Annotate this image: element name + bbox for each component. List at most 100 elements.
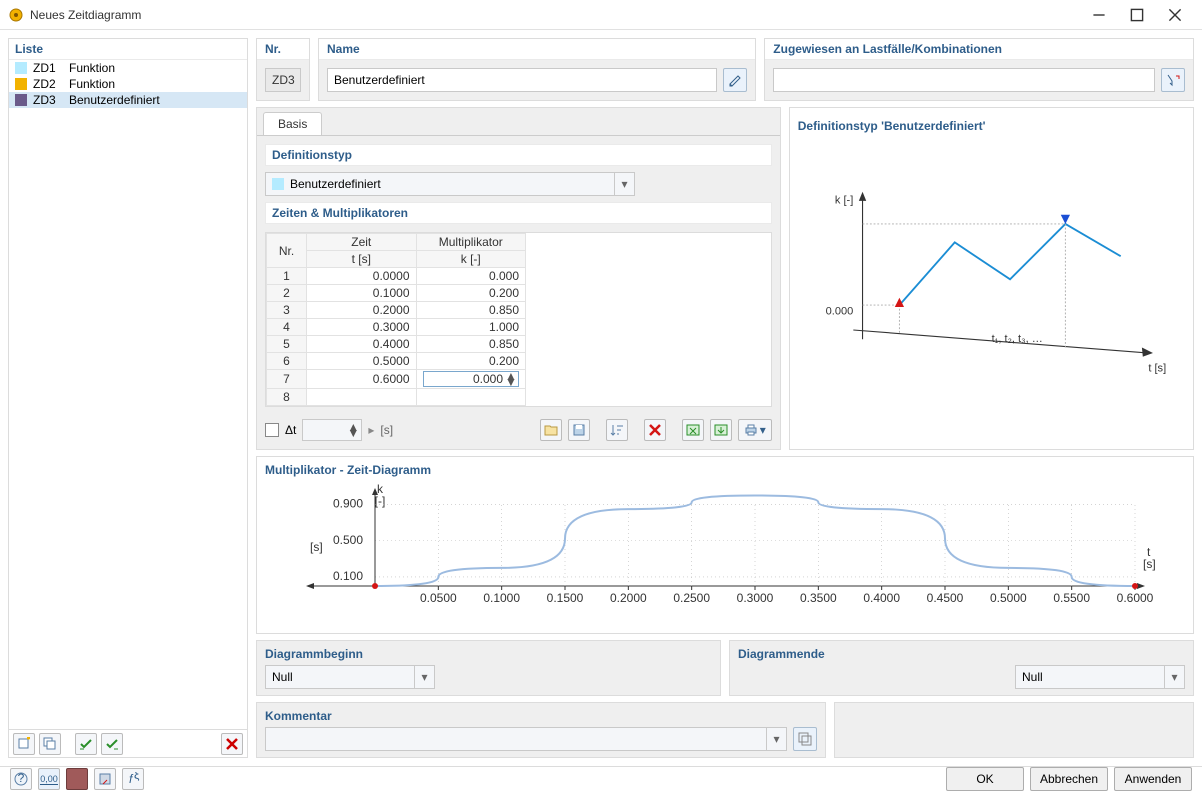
svg-text:0.6000: 0.6000: [1117, 591, 1154, 605]
print-button[interactable]: ▾: [738, 419, 772, 441]
svg-text:k [-]: k [-]: [835, 195, 853, 207]
color-button[interactable]: [66, 768, 88, 790]
svg-text:?: ?: [18, 772, 25, 785]
chevron-down-icon: ▾: [766, 728, 786, 750]
diagram-begin-panel: Diagrammbeginn Null ▾: [256, 640, 721, 696]
copy-item-button[interactable]: [39, 733, 61, 755]
sidebar-item-zd1[interactable]: ZD1Funktion: [9, 60, 247, 76]
save-file-button[interactable]: [568, 419, 590, 441]
dt-checkbox[interactable]: [265, 423, 279, 437]
dt-unit: [s]: [380, 423, 393, 437]
svg-text:0.3000: 0.3000: [737, 591, 774, 605]
new-item-button[interactable]: [13, 733, 35, 755]
svg-text:0.4500: 0.4500: [927, 591, 964, 605]
delete-item-button[interactable]: [221, 733, 243, 755]
diagram-end-label: Diagrammende: [738, 647, 1185, 665]
col-mult-unit: k [-]: [416, 251, 526, 268]
definition-type-header: Definitionstyp: [265, 144, 772, 166]
preview-chart: k [-]t [s]0.000t₁, t₂, t₃, …: [798, 136, 1185, 441]
help-button[interactable]: ?: [10, 768, 32, 790]
svg-text:0.4000: 0.4000: [863, 591, 900, 605]
apply-button[interactable]: Anwenden: [1114, 767, 1192, 791]
svg-text:0.500: 0.500: [333, 533, 363, 547]
diagram-end-panel: Diagrammende Null ▾: [729, 640, 1194, 696]
edit-name-button[interactable]: [723, 68, 747, 92]
settings2-button[interactable]: [94, 768, 116, 790]
name-panel: Name: [318, 38, 756, 101]
tab-basis[interactable]: Basis: [263, 112, 322, 135]
arrow-right-icon: ▸: [368, 423, 374, 437]
col-zeit: Zeit: [307, 234, 417, 251]
sidebar-item-zd2[interactable]: ZD2Funktion: [9, 76, 247, 92]
chevron-down-icon: ▾: [1164, 666, 1184, 688]
svg-text:0.100: 0.100: [333, 569, 363, 583]
uncheck-all-button[interactable]: [101, 733, 123, 755]
dt-label: Δt: [285, 423, 296, 437]
name-input[interactable]: [327, 68, 717, 92]
svg-text:0.900: 0.900: [333, 497, 363, 511]
comment-panel: Kommentar ▾: [256, 702, 826, 758]
app-icon: [8, 7, 24, 23]
clear-table-button[interactable]: [644, 419, 666, 441]
function-button[interactable]: fξ: [122, 768, 144, 790]
dt-input[interactable]: ▲▼: [302, 419, 362, 441]
times-table[interactable]: Nr. Zeit Multiplikator t [s] k [-] 10.00…: [265, 232, 772, 407]
svg-text:0.1000: 0.1000: [483, 591, 520, 605]
svg-text:[-]: [-]: [375, 494, 386, 508]
cancel-button[interactable]: Abbrechen: [1030, 767, 1108, 791]
sidebar-list: ZD1FunktionZD2FunktionZD3Benutzerdefinie…: [9, 60, 247, 729]
diagram-begin-label: Diagrammbeginn: [265, 647, 712, 665]
nr-label: Nr.: [257, 39, 309, 60]
preview-panel: Definitionstyp 'Benutzerdefiniert' k [-]…: [789, 107, 1194, 450]
comment-store-button[interactable]: [793, 727, 817, 751]
minimize-button[interactable]: [1080, 0, 1118, 29]
sidebar-header: Liste: [9, 39, 247, 60]
assign-panel: Zugewiesen an Lastfälle/Kombinationen: [764, 38, 1194, 101]
comment-label: Kommentar: [265, 709, 817, 727]
svg-text:0.5000: 0.5000: [990, 591, 1027, 605]
nr-panel: Nr. ZD3: [256, 38, 310, 101]
sidebar-item-zd3[interactable]: ZD3Benutzerdefiniert: [9, 92, 247, 108]
definition-type-value: Benutzerdefiniert: [290, 177, 381, 191]
svg-text:0.1500: 0.1500: [547, 591, 584, 605]
diagram-title: Multiplikator - Zeit-Diagramm: [265, 463, 1185, 481]
diagram-chart: k[-][s]t[s]0.1000.5000.9000.05000.10000.…: [265, 481, 1185, 626]
close-button[interactable]: [1156, 0, 1194, 29]
svg-text:t [s]: t [s]: [1148, 362, 1166, 374]
nr-value: ZD3: [265, 68, 301, 92]
import-excel-button[interactable]: [710, 419, 732, 441]
basis-panel: Basis Definitionstyp Benutzerdefiniert ▾…: [256, 107, 781, 450]
title-bar: Neues Zeitdiagramm: [0, 0, 1202, 30]
svg-text:[s]: [s]: [1143, 557, 1156, 571]
diagram-end-combo[interactable]: Null ▾: [1015, 665, 1185, 689]
diagram-panel: Multiplikator - Zeit-Diagramm k[-][s]t[s…: [256, 456, 1194, 634]
export-excel-button[interactable]: [682, 419, 704, 441]
sidebar: Liste ZD1FunktionZD2FunktionZD3Benutzerd…: [8, 38, 248, 758]
check-all-button[interactable]: [75, 733, 97, 755]
footer: ? 0,00 fξ OK Abbrechen Anwenden: [0, 766, 1202, 791]
diagram-begin-combo[interactable]: Null ▾: [265, 665, 435, 689]
assign-label: Zugewiesen an Lastfälle/Kombinationen: [765, 39, 1193, 60]
svg-text:0.3500: 0.3500: [800, 591, 837, 605]
open-file-button[interactable]: [540, 419, 562, 441]
definition-type-combo[interactable]: Benutzerdefiniert ▾: [265, 172, 635, 196]
ok-button[interactable]: OK: [946, 767, 1024, 791]
col-mult: Multiplikator: [416, 234, 526, 251]
chevron-down-icon: ▾: [614, 173, 634, 195]
maximize-button[interactable]: [1118, 0, 1156, 29]
comment-combo[interactable]: ▾: [265, 727, 787, 751]
pick-assign-button[interactable]: [1161, 68, 1185, 92]
units-button[interactable]: 0,00: [38, 768, 60, 790]
col-nr: Nr.: [267, 234, 307, 268]
window-title: Neues Zeitdiagramm: [30, 8, 1080, 22]
svg-text:0.0500: 0.0500: [420, 591, 457, 605]
extra-panel: [834, 702, 1194, 758]
chevron-down-icon: ▾: [414, 666, 434, 688]
svg-text:0.2500: 0.2500: [673, 591, 710, 605]
name-label: Name: [319, 39, 755, 60]
svg-text:0.5500: 0.5500: [1053, 591, 1090, 605]
definition-type-swatch: [272, 178, 284, 190]
sort-button[interactable]: [606, 419, 628, 441]
times-header: Zeiten & Multiplikatoren: [265, 202, 772, 224]
assign-input[interactable]: [773, 68, 1155, 92]
